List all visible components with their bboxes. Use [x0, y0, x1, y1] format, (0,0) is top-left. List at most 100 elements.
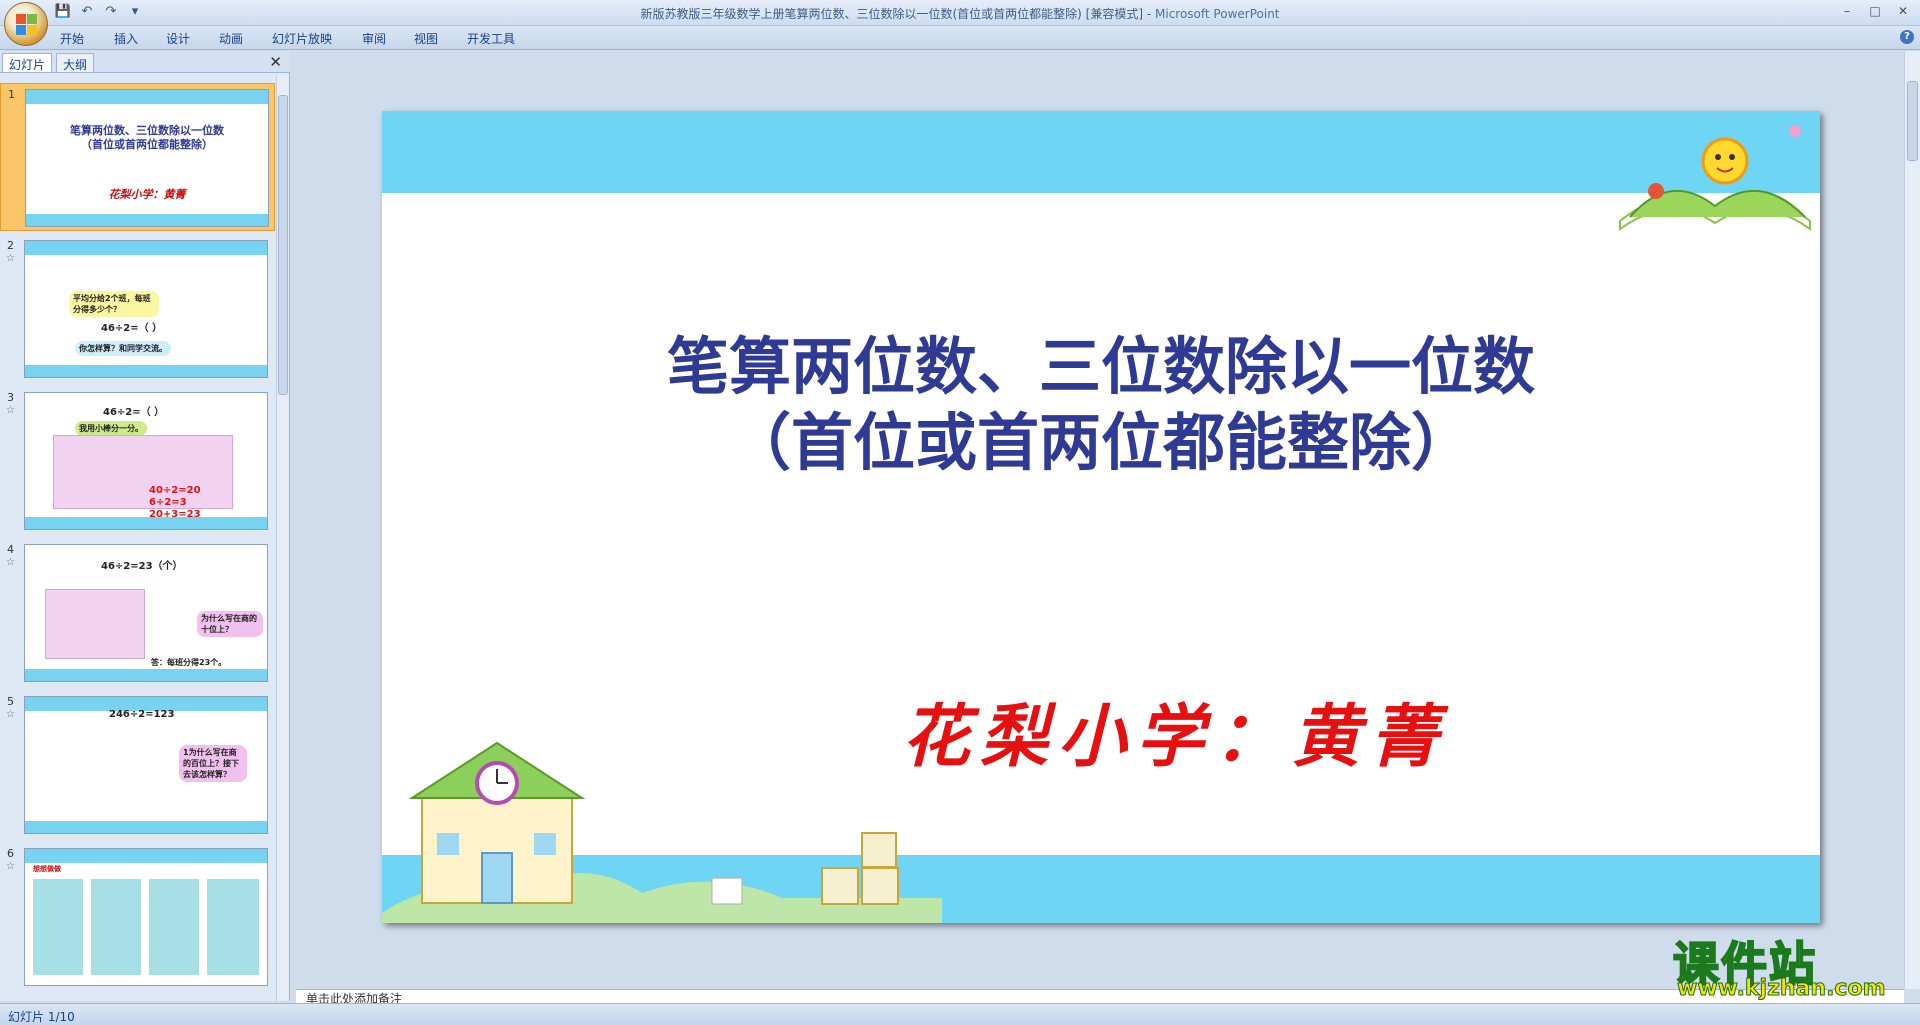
animation-star-icon: ☆ [6, 405, 15, 416]
slides-panel: 幻灯片 大纲 ✕ 1 笔算两位数、三位数除以一位数 （首位或首两位都能整除） 花… [0, 51, 290, 1001]
thumb-top-band [25, 849, 267, 863]
app-name: Microsoft PowerPoint [1155, 7, 1280, 21]
title-bar: 新版苏教版三年级数学上册笔算两位数、三位数除以一位数(首位或首两位都能整除) [… [0, 0, 1920, 26]
slide-thumbnail-5[interactable]: 246÷2=123 1为什么写在商的百位上？接下去该怎样算？ [24, 696, 268, 834]
customize-qat-icon[interactable]: ▾ [126, 3, 144, 21]
tab-insert[interactable]: 插入 [114, 30, 138, 47]
tab-design[interactable]: 设计 [166, 30, 190, 47]
thumb-equation: 46÷2=（ ） [101, 323, 163, 334]
thumb-question-bubble: 平均分给2个班，每班分得多少个？ [69, 291, 159, 317]
thumb-calc-1: 40÷2=20 [149, 485, 201, 496]
animation-star-icon: ☆ [6, 709, 15, 720]
thumbnail-row-4[interactable]: 4 ☆ 46÷2=23（个） 为什么写在商的十位上？ 答：每班分得23个。 [0, 539, 275, 687]
thumbnail-number: 3 [7, 391, 14, 404]
slide-thumbnail-4[interactable]: 46÷2=23（个） 为什么写在商的十位上？ 答：每班分得23个。 [24, 544, 268, 682]
slide-author[interactable]: 花梨小学：黄菁 [902, 681, 1448, 780]
redo-icon[interactable]: ↷ [102, 3, 120, 21]
slide-counter: 幻灯片 1/10 [8, 1010, 75, 1024]
document-title: 新版苏教版三年级数学上册笔算两位数、三位数除以一位数(首位或首两位都能整除) [… [640, 7, 1144, 21]
thumb-top-band [26, 90, 268, 104]
thumb-workspace-box [45, 589, 145, 659]
panel-close-icon[interactable]: ✕ [269, 53, 282, 71]
thumbnail-number: 4 [7, 543, 14, 556]
thumb-bottom-band [25, 821, 267, 833]
thumbnail-number: 5 [7, 695, 14, 708]
tab-review[interactable]: 审阅 [362, 30, 386, 47]
thumb-answer: 答：每班分得23个。 [151, 658, 227, 667]
tab-developer[interactable]: 开发工具 [467, 30, 515, 47]
save-icon[interactable]: 💾 [54, 3, 72, 21]
thumb-equation: 246÷2=123 [109, 709, 175, 720]
thumb-panel-c [149, 879, 199, 975]
thumb-title-line2: （首位或首两位都能整除） [81, 138, 213, 151]
thumbnail-row-3[interactable]: 3 ☆ 46÷2=（ ） 我用小棒分一分。 40÷2=20 6÷2=3 20+3… [0, 387, 275, 535]
thumb-panel-b [91, 879, 141, 975]
office-logo-icon [16, 14, 38, 36]
thumb-label: 想想做做 [33, 865, 61, 873]
ribbon-tab-bar: 开始 插入 设计 动画 幻灯片放映 审阅 视图 开发工具 ? [0, 26, 1920, 50]
help-icon[interactable]: ? [1900, 30, 1914, 44]
slide-thumbnail-3[interactable]: 46÷2=（ ） 我用小棒分一分。 40÷2=20 6÷2=3 20+3=23 [24, 392, 268, 530]
undo-icon[interactable]: ↶ [78, 3, 96, 21]
tab-home[interactable]: 开始 [60, 30, 84, 47]
tab-animations[interactable]: 动画 [219, 30, 243, 47]
watermark-url: www.kjzhan.com [1677, 976, 1887, 1002]
thumb-prompt-bubble: 你怎样算？和同学交流。 [75, 341, 171, 356]
minimize-button[interactable]: – [1834, 2, 1860, 20]
maximize-button[interactable]: □ [1862, 2, 1888, 20]
slide-thumbnail-6[interactable]: 想想做做 [24, 848, 268, 986]
tab-slideshow[interactable]: 幻灯片放映 [272, 30, 332, 47]
editor-scrollbar[interactable] [1904, 51, 1920, 989]
notes-placeholder[interactable]: 单击此处添加备注 [306, 990, 402, 1003]
animation-star-icon: ☆ [6, 253, 15, 264]
thumbnail-number: 2 [7, 239, 14, 252]
current-slide[interactable]: 笔算两位数、三位数除以一位数 （首位或首两位都能整除） 花梨小学：黄菁 [382, 111, 1820, 923]
thumbnail-row-1[interactable]: 1 笔算两位数、三位数除以一位数 （首位或首两位都能整除） 花梨小学：黄菁 [0, 83, 275, 231]
close-button[interactable]: ✕ [1890, 2, 1916, 20]
tab-slides[interactable]: 幻灯片 [2, 53, 53, 72]
thumb-bottom-band [25, 669, 267, 681]
office-button[interactable] [4, 2, 48, 46]
editor-scrollbar-thumb[interactable] [1907, 81, 1918, 161]
slide-title-line1: 笔算两位数、三位数除以一位数 [666, 330, 1535, 403]
thumb-panel-d [207, 879, 259, 975]
thumb-question-bubble: 1为什么写在商的百位上？接下去该怎样算？ [179, 745, 247, 782]
status-bar: 幻灯片 1/10 [0, 1003, 1920, 1025]
thumb-workspace-box [53, 435, 233, 509]
thumb-title: 笔算两位数、三位数除以一位数 （首位或首两位都能整除） [26, 124, 268, 152]
thumb-top-band [25, 241, 267, 255]
thumb-panel-a [33, 879, 83, 975]
thumbnail-row-5[interactable]: 5 ☆ 246÷2=123 1为什么写在商的百位上？接下去该怎样算？ [0, 691, 275, 839]
slide-thumbnail-2[interactable]: 平均分给2个班，每班分得多少个？ 46÷2=（ ） 你怎样算？和同学交流。 [24, 240, 268, 378]
thumb-bottom-band [25, 365, 267, 377]
tab-outline[interactable]: 大纲 [56, 53, 95, 72]
sun-book-illustration [1619, 125, 1811, 231]
thumbnail-row-2[interactable]: 2 ☆ 平均分给2个班，每班分得多少个？ 46÷2=（ ） 你怎样算？和同学交流… [0, 235, 275, 383]
thumbnail-row-6[interactable]: 6 ☆ 想想做做 [0, 843, 275, 991]
thumbnail-list: 1 笔算两位数、三位数除以一位数 （首位或首两位都能整除） 花梨小学：黄菁 2 … [0, 75, 275, 1001]
thumb-bottom-band [25, 517, 267, 529]
thumb-question-bubble: 为什么写在商的十位上？ [197, 611, 263, 637]
window-controls: – □ ✕ [1834, 2, 1916, 20]
slide-top-band [382, 111, 1820, 193]
thumb-equation: 46÷2=23（个） [101, 561, 183, 572]
thumbnail-number: 6 [7, 847, 14, 860]
title-separator: - [1143, 7, 1155, 21]
window-title: 新版苏教版三年级数学上册笔算两位数、三位数除以一位数(首位或首两位都能整除) [… [0, 5, 1920, 22]
thumb-bottom-band [26, 214, 268, 226]
watermark-logo: 课件站 www.kjzhan.com [1663, 928, 1913, 1002]
thumb-note-bubble: 我用小棒分一分。 [75, 421, 147, 436]
slide-editor: 笔算两位数、三位数除以一位数 （首位或首两位都能整除） 花梨小学：黄菁 [296, 51, 1902, 989]
thumb-calc-2: 6÷2=3 [149, 497, 187, 508]
thumb-title-line1: 笔算两位数、三位数除以一位数 [70, 124, 224, 137]
thumbnail-scrollbar-thumb[interactable] [278, 95, 288, 395]
school-illustration [382, 741, 942, 923]
thumbnail-number: 1 [8, 88, 15, 101]
slide-thumbnail-1[interactable]: 笔算两位数、三位数除以一位数 （首位或首两位都能整除） 花梨小学：黄菁 [25, 89, 269, 227]
quick-access-toolbar: 💾 ↶ ↷ ▾ [54, 3, 144, 21]
animation-star-icon: ☆ [6, 557, 15, 568]
tab-view[interactable]: 视图 [414, 30, 438, 47]
thumbnail-scrollbar[interactable] [276, 75, 289, 1001]
slide-title[interactable]: 笔算两位数、三位数除以一位数 （首位或首两位都能整除） [502, 329, 1700, 481]
thumb-author: 花梨小学：黄菁 [108, 188, 186, 201]
